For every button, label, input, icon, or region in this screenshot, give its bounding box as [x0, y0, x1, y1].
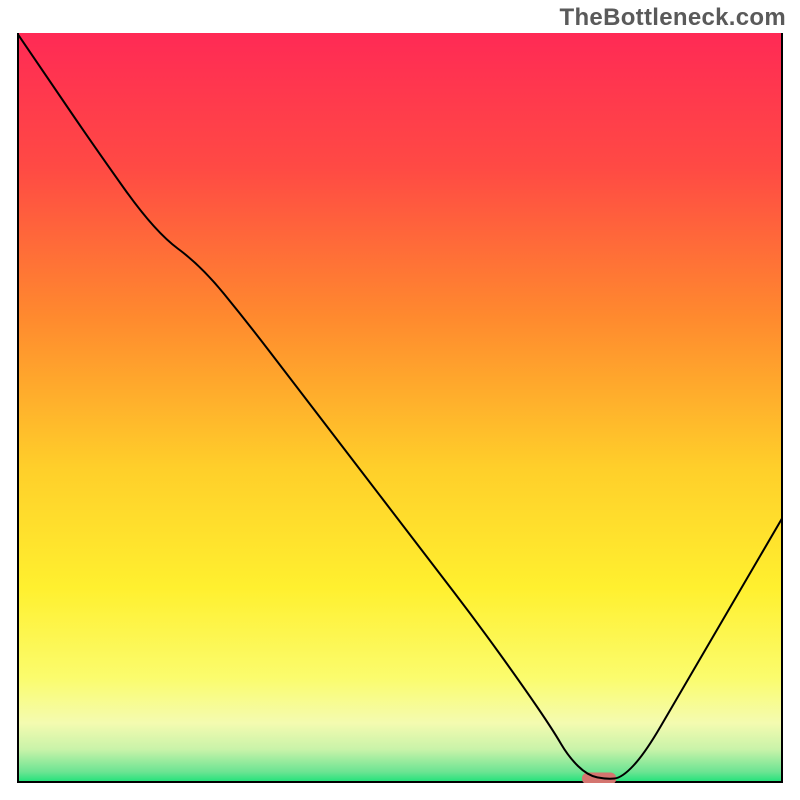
plot-frame	[17, 33, 783, 783]
watermark-text: TheBottleneck.com	[560, 4, 786, 32]
chart-container: TheBottleneck.com	[0, 0, 800, 800]
chart-svg	[17, 33, 783, 783]
gradient-background	[17, 33, 783, 783]
